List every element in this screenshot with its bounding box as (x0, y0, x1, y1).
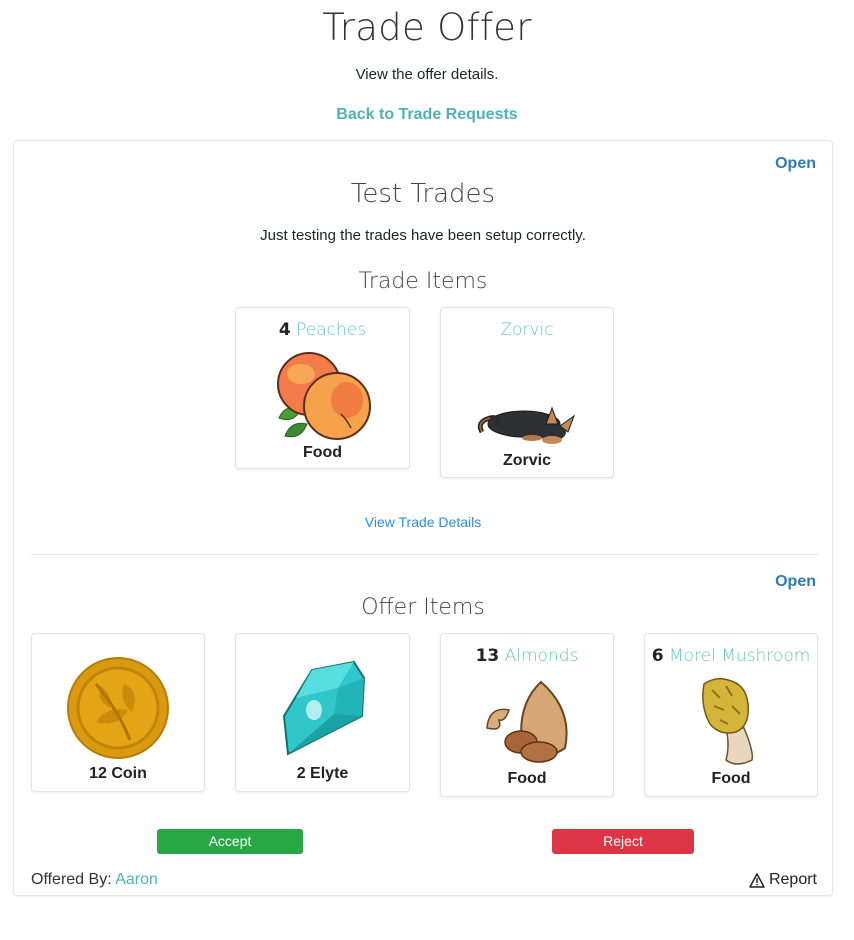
item-footer: Food (507, 770, 547, 787)
offer-item-card: 13 Almonds Food (440, 633, 614, 797)
reject-button[interactable]: Reject (552, 829, 694, 854)
accept-button[interactable]: Accept (157, 829, 303, 854)
offered-by-user-link[interactable]: Aaron (115, 871, 158, 888)
trade-status-label: Open (775, 155, 816, 172)
item-name-link[interactable]: Morel Mushroom (669, 646, 810, 666)
item-name-link[interactable]: Almonds (505, 646, 579, 666)
trade-title: Test Trades (350, 179, 496, 209)
trade-items-heading: Trade Items (358, 269, 488, 294)
offer-items-heading: Offer Items (361, 595, 485, 620)
item-heading: 13 Almonds (441, 646, 613, 666)
coin-image (67, 657, 169, 759)
item-footer: Food (302, 444, 343, 461)
zorvic-pet-image (477, 406, 576, 444)
item-name-link[interactable]: Peaches (296, 320, 366, 340)
trade-description: Just testing the trades have been setup … (260, 227, 586, 244)
trade-item-card: 4 Peaches Food (235, 307, 410, 469)
offered-by-label: Offered By: (31, 871, 112, 888)
item-footer: 12 Coin (89, 765, 147, 782)
back-to-trade-requests-link[interactable]: Back to Trade Requests (0, 106, 854, 124)
page-title: Trade Offer (322, 6, 532, 49)
morel-mushroom-image (702, 677, 754, 765)
trade-item-card: Zorvic Zorvic (440, 307, 614, 478)
offer-status-label: Open (775, 573, 816, 590)
item-footer: Food (711, 770, 751, 787)
item-quantity: 13 (475, 646, 500, 666)
offer-item-card: 12 Coin (31, 633, 205, 792)
item-footer: 2 Elyte (296, 765, 349, 782)
item-heading: 4 Peaches (236, 320, 409, 340)
item-name-link[interactable]: Zorvic (500, 320, 553, 340)
warning-triangle-icon (749, 872, 765, 888)
report-label: Report (768, 871, 817, 888)
offer-item-card: 2 Elyte (235, 633, 410, 792)
item-quantity: 4 (278, 320, 291, 340)
page-subtitle: View the offer details. (355, 66, 499, 83)
report-link[interactable]: Report (749, 871, 817, 889)
peaches-image (276, 352, 371, 440)
offer-item-card: 6 Morel Mushroom Food (644, 633, 818, 797)
trade-offer-card: Open Test Trades Just testing the trades… (13, 140, 833, 896)
section-divider (31, 554, 818, 555)
item-quantity: 6 (651, 646, 664, 666)
elyte-gem-image (282, 660, 365, 756)
offered-by: Offered By: Aaron (31, 871, 158, 889)
view-trade-details-link[interactable]: View Trade Details (14, 514, 832, 530)
item-footer: Zorvic (502, 452, 551, 469)
item-heading: 6 Morel Mushroom (645, 646, 817, 666)
item-heading: Zorvic (441, 320, 613, 340)
almonds-image (486, 680, 568, 763)
